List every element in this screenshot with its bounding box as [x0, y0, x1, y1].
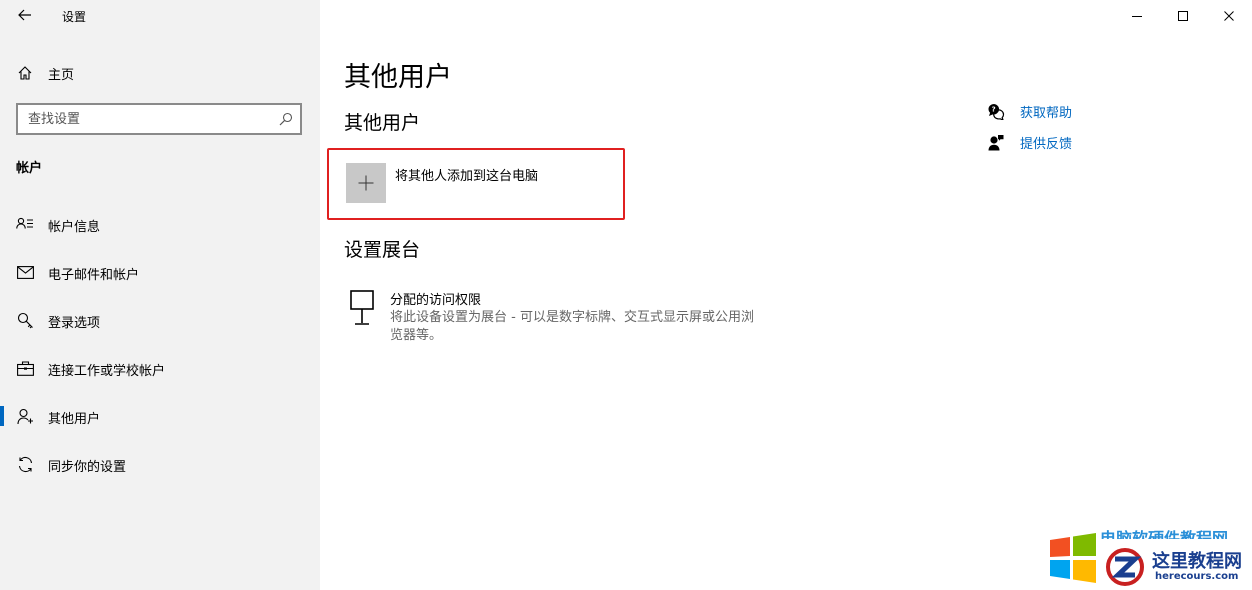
give-feedback-link[interactable]: 提供反馈: [986, 131, 1072, 153]
sidebar-item-sync[interactable]: 同步你的设置: [0, 446, 320, 482]
sidebar-item-label: 电子邮件和帐户: [48, 268, 140, 283]
chat-help-icon: ?: [986, 101, 1006, 121]
key-icon: [16, 311, 34, 329]
sidebar-item-other-users[interactable]: 其他用户: [0, 398, 320, 434]
sidebar-item-email[interactable]: 电子邮件和帐户: [0, 254, 320, 290]
sidebar-item-label: 登录选项: [48, 316, 101, 331]
account-info-icon: [16, 215, 34, 233]
get-help-label: 获取帮助: [1020, 105, 1073, 121]
add-user-label[interactable]: 将其他人添加到这台电脑: [395, 165, 538, 184]
watermark-url: herecours.com: [1155, 571, 1239, 582]
page-title: 其他用户: [344, 62, 452, 93]
other-users-heading: 其他用户: [344, 112, 421, 134]
highlight-box: 将其他人添加到这台电脑: [327, 148, 625, 220]
briefcase-icon: [16, 359, 34, 377]
home-icon: [16, 64, 34, 82]
kiosk-heading: 设置展台: [344, 239, 421, 261]
svg-text:?: ?: [992, 105, 996, 113]
watermark-cn-text: 这里教程网: [1152, 551, 1242, 572]
sidebar-item-label: 同步你的设置: [48, 460, 127, 475]
selected-indicator: [0, 406, 4, 426]
app-title: 设置: [62, 10, 87, 24]
close-button[interactable]: [1216, 4, 1242, 28]
give-feedback-label: 提供反馈: [1020, 136, 1073, 152]
search-box[interactable]: [16, 103, 302, 135]
person-add-icon: [16, 407, 34, 425]
search-icon[interactable]: [279, 112, 293, 126]
sync-icon: [16, 455, 34, 473]
sidebar-item-label: 连接工作或学校帐户: [48, 364, 166, 379]
home-label: 主页: [48, 67, 75, 83]
plus-icon: [358, 175, 374, 191]
sidebar-item-account-info[interactable]: 帐户信息: [0, 206, 320, 242]
watermark-top-text: 电脑软硬件教程网: [1100, 529, 1229, 539]
feedback-icon: [986, 132, 1006, 152]
add-user-button[interactable]: [346, 163, 386, 203]
maximize-icon: [1178, 11, 1188, 21]
assigned-access-link[interactable]: 分配的访问权限: [390, 289, 481, 308]
sidebar: 设置 主页 帐户 帐户信息 电子邮件和帐户 登录选项 连接工作或学校帐户: [0, 0, 320, 590]
description-line: 览器等。: [390, 328, 443, 343]
mail-icon: [16, 263, 34, 281]
sidebar-item-label: 帐户信息: [48, 220, 101, 235]
close-icon: [1224, 11, 1234, 21]
minimize-icon: [1132, 16, 1142, 17]
sidebar-item-home[interactable]: 主页: [16, 62, 74, 84]
sidebar-item-sign-in-options[interactable]: 登录选项: [0, 302, 320, 338]
get-help-link[interactable]: ? 获取帮助: [986, 100, 1072, 122]
windows-logo: [1050, 533, 1096, 583]
search-input[interactable]: [18, 105, 268, 133]
description-line: 将此设备设置为展台 - 可以是数字标牌、交互式显示屏或公用浏: [390, 310, 754, 325]
watermark: 电脑软硬件教程网 这里教程网 herecours.com: [1042, 525, 1252, 590]
kiosk-icon[interactable]: [348, 290, 376, 326]
sidebar-item-label: 其他用户: [48, 412, 101, 427]
main-content: 其他用户 其他用户 将其他人添加到这台电脑 设置展台 分配的访问权限 将此设备设…: [320, 0, 1252, 590]
maximize-button[interactable]: [1170, 4, 1196, 28]
sidebar-item-work-school[interactable]: 连接工作或学校帐户: [0, 350, 320, 386]
back-button[interactable]: [14, 4, 36, 26]
watermark-z-logo: [1106, 548, 1144, 586]
section-label-accounts: 帐户: [16, 161, 43, 176]
back-arrow-icon: [18, 9, 31, 21]
assigned-access-description: 将此设备设置为展台 - 可以是数字标牌、交互式显示屏或公用浏 览器等。: [390, 309, 790, 345]
minimize-button[interactable]: [1124, 4, 1150, 28]
